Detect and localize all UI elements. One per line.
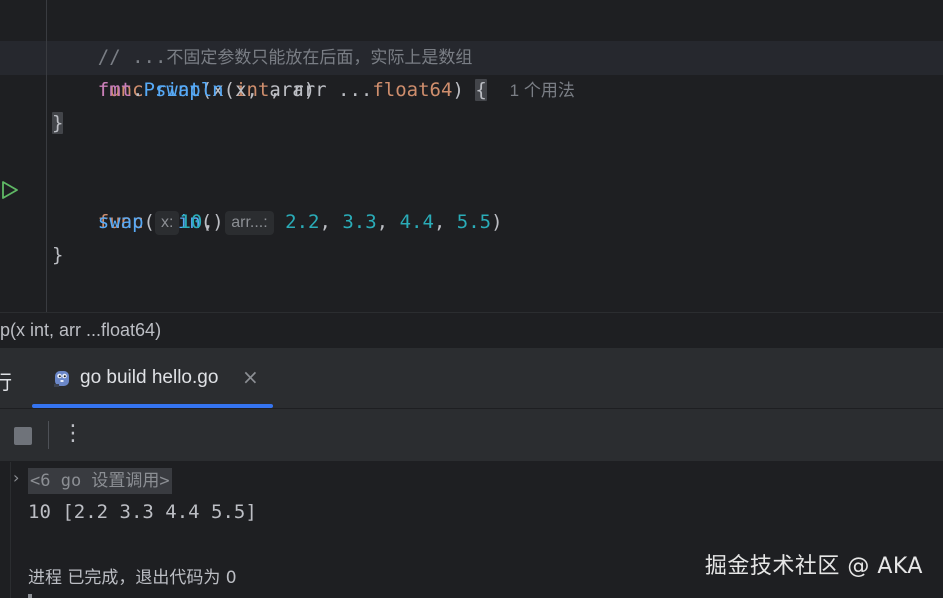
active-tab-indicator <box>32 404 273 408</box>
usages-inlay-link[interactable]: 1 个用法 <box>510 81 575 100</box>
code-line-swap-decl: func swap(x int, arr ...float64) { 1 个用法 <box>52 41 575 101</box>
close-brace-highlighted: } <box>52 112 64 134</box>
param-hint-arr: arr...: <box>225 211 274 235</box>
console-output-line: 10 [2.2 3.3 4.4 5.5] <box>28 501 257 523</box>
arg-4-4: 4.4 <box>399 211 434 233</box>
code-line-close-brace: } <box>52 107 64 140</box>
run-tool-window-header: 行 go build hello.go × <box>0 348 943 409</box>
code-editor[interactable]: // ...不固定参数只能放在后面，实际上是数组 func swap(x int… <box>0 0 943 312</box>
comma: , <box>202 211 226 233</box>
arg-2-2: 2.2 <box>285 211 320 233</box>
tab-go-build-hello[interactable]: go build hello.go × <box>32 348 273 408</box>
caret-marker <box>28 594 32 598</box>
folded-command[interactable]: <6 go 设置调用> <box>28 468 172 494</box>
tool-window-title: 行 <box>0 372 12 394</box>
tab-label: go build hello.go <box>80 367 219 388</box>
dot: . <box>132 79 144 101</box>
process-finished-line: 进程 已完成，退出代码为 0 <box>28 568 237 588</box>
param-close: ) <box>452 79 476 101</box>
arg-5-5: 5.5 <box>456 211 492 233</box>
run-toolbar: ⋮ <box>0 409 943 462</box>
code-comment-line: // ...不固定参数只能放在后面，实际上是数组 <box>52 8 473 68</box>
code-line-main-close: } <box>52 239 63 272</box>
call-swap[interactable]: swap <box>98 211 144 233</box>
call-open: ( <box>143 211 155 233</box>
open-brace-highlighted: { <box>475 79 487 101</box>
comma: , <box>376 211 400 233</box>
println-args: (x, arr) <box>223 79 316 101</box>
breadcrumb[interactable]: p(x int, arr ...float64) <box>0 320 161 341</box>
expand-arrow-icon[interactable]: › <box>13 468 19 487</box>
gutter-divider <box>46 0 47 312</box>
param-hint-x: x: <box>154 211 180 235</box>
code-line-println: fmt.Println(x, arr) <box>52 74 315 107</box>
call-close: ) <box>491 211 503 233</box>
console-gutter <box>10 462 11 598</box>
arg-10: 10 <box>179 211 203 233</box>
close-icon[interactable]: × <box>242 365 259 389</box>
comma: , <box>319 211 343 233</box>
package-fmt: fmt <box>97 79 133 101</box>
arg-3-3: 3.3 <box>342 211 377 233</box>
code-line-main-decl: func main() { <box>52 173 247 233</box>
breadcrumb-bar: p(x int, arr ...float64) <box>0 312 943 349</box>
main-close-brace: } <box>52 244 64 266</box>
watermark: 掘金技术社区 @ AKA <box>704 554 923 579</box>
code-line-swap-call: swap(x: 10, arr...: 2.2, 3.3, 4.4, 5.5) <box>52 206 503 239</box>
more-vertical-icon[interactable]: ⋮ <box>62 420 84 450</box>
type-float64: float64 <box>372 79 453 101</box>
toolbar-separator <box>48 421 49 449</box>
run-triangle-icon[interactable] <box>0 180 20 200</box>
go-gopher-icon <box>54 371 69 387</box>
method-println[interactable]: Println <box>144 79 224 101</box>
console-folded-command[interactable]: <6 go 设置调用> <box>28 465 172 495</box>
comma: , <box>433 211 457 233</box>
stop-icon[interactable] <box>14 427 32 445</box>
